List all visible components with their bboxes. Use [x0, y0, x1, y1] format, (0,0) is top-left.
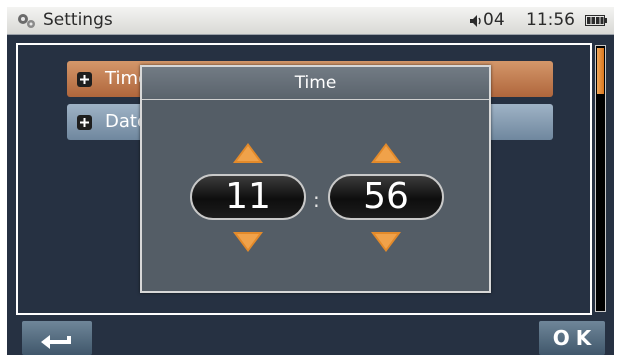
back-button[interactable]	[22, 321, 92, 355]
scrollbar-thumb[interactable]	[597, 48, 604, 94]
speaker-icon	[470, 15, 481, 27]
time-separator: :	[313, 188, 320, 212]
volume-level: 04	[483, 10, 505, 30]
minutes-down-arrow-icon[interactable]	[370, 231, 402, 253]
dialog-title: Time	[294, 73, 337, 93]
minutes-field[interactable]: 56	[328, 174, 444, 220]
back-arrow-icon	[41, 335, 71, 349]
battery-icon	[585, 15, 607, 26]
hours-field[interactable]: 11	[190, 174, 306, 220]
status-title: Settings	[43, 10, 113, 30]
plus-icon	[77, 72, 92, 87]
status-bar: Settings 04 11:56	[7, 7, 614, 35]
minutes-up-arrow-icon[interactable]	[370, 142, 402, 164]
clock-time: 11:56	[526, 10, 575, 30]
hours-down-arrow-icon[interactable]	[232, 231, 264, 253]
device-screen: Settings 04 11:56 Time Date Time 11: 56…	[7, 7, 614, 355]
ok-button[interactable]: OK	[539, 321, 605, 355]
time-dialog: Time 11 : 56	[140, 65, 491, 293]
scrollbar[interactable]	[595, 45, 606, 312]
plus-icon	[77, 115, 92, 130]
hours-up-arrow-icon[interactable]	[232, 142, 264, 164]
dialog-header: Time	[142, 67, 489, 100]
gear-icon	[18, 14, 35, 28]
